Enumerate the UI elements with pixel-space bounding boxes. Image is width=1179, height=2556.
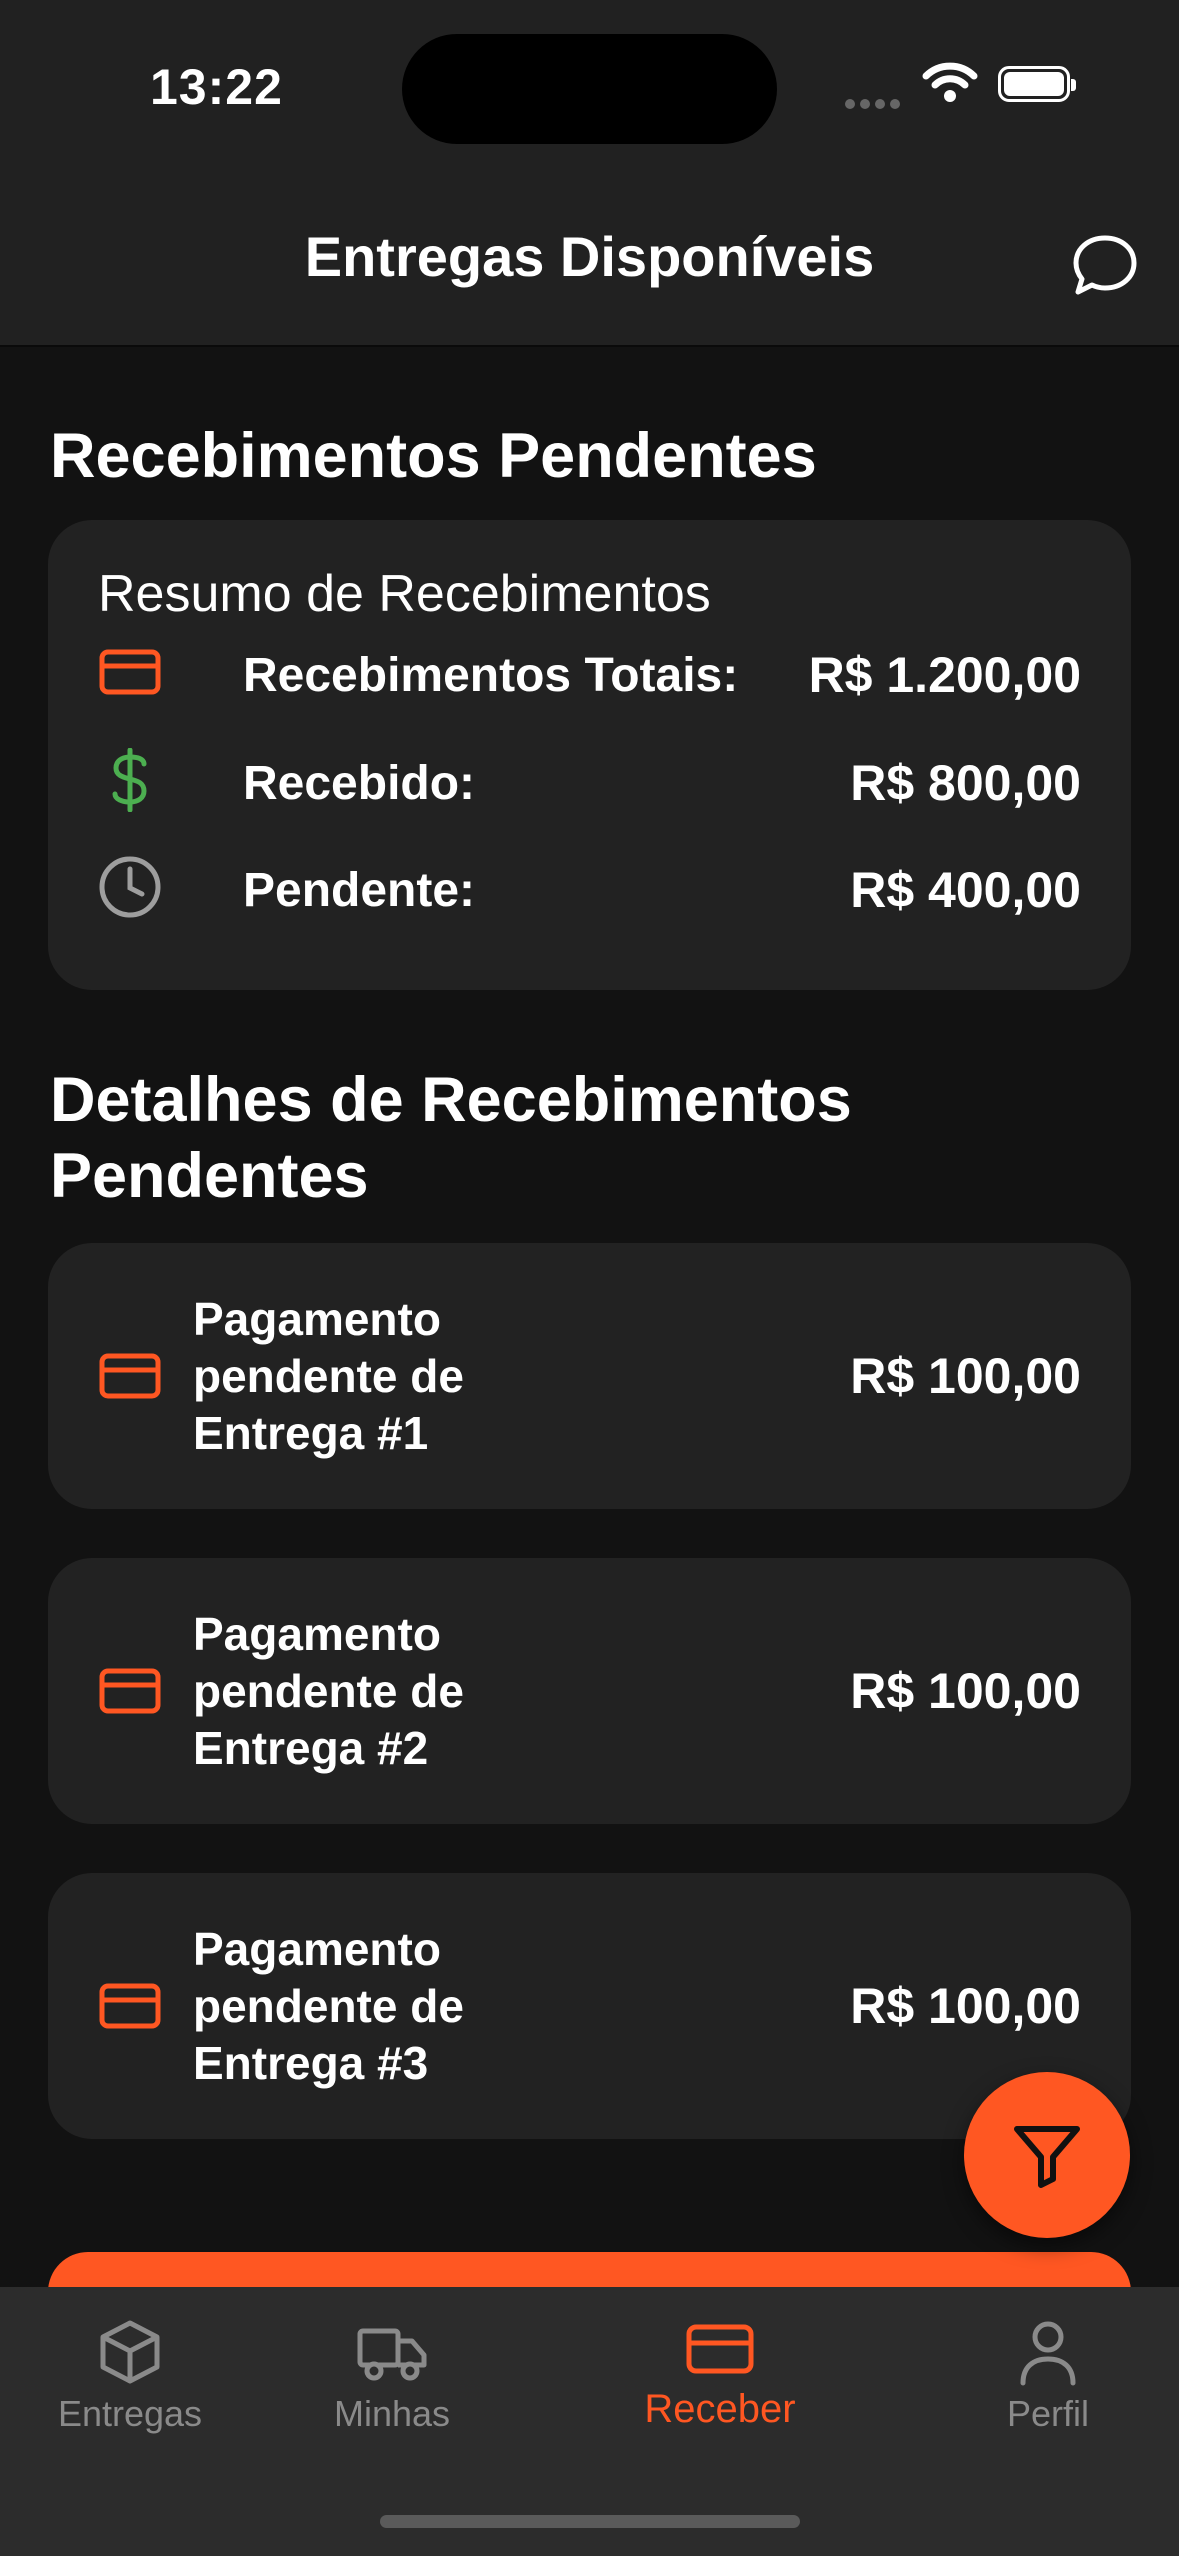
payment-amount: R$ 100,00 [850,1663,1081,1719]
status-time: 13:22 [150,59,283,115]
pending-payment-item[interactable]: Pagamento pendente de Entrega #1 R$ 100,… [48,1243,1131,1509]
wifi-icon [922,62,978,102]
status-bar: 13:22 [0,0,1179,180]
credit-card-icon [99,649,161,695]
summary-label: Pendente: [243,864,476,917]
app-header: Entregas Disponíveis [0,180,1179,347]
chat-bubble-icon[interactable] [1070,230,1140,300]
dollar-sign-icon [112,748,147,812]
dynamic-island [402,34,777,144]
user-icon [1020,2321,1076,2386]
payment-amount: R$ 100,00 [850,1978,1081,2034]
credit-card-icon [99,1668,161,1714]
tab-perfil[interactable]: Perfil [928,2317,1168,2435]
credit-card-icon [686,2324,754,2374]
payment-description: Pagamento pendente de Entrega #2 [193,1608,464,1774]
tab-entregas[interactable]: Entregas [10,2317,250,2435]
summary-card-title: Resumo de Recebimentos [98,565,711,623]
filter-fab-button[interactable] [964,2072,1130,2238]
filter-icon [1014,2126,1080,2188]
pending-payment-item[interactable]: Pagamento pendente de Entrega #3 R$ 100,… [48,1873,1131,2139]
cellular-signal-icon [845,96,905,114]
summary-card: Resumo de Recebimentos Recebimentos Tota… [48,520,1131,990]
section-title-pending: Recebimentos Pendentes [50,421,817,491]
truck-icon [357,2328,427,2381]
payment-amount: R$ 100,00 [850,1348,1081,1404]
section-title-details: Detalhes de Recebimentos Pendentes [50,1065,852,1211]
payment-description: Pagamento pendente de Entrega #1 [193,1293,464,1459]
summary-label: Recebimentos Totais: [243,649,739,702]
credit-card-icon [99,1353,161,1399]
summary-row-pending: Pendente: R$ 400,00 [98,847,1081,927]
tab-label: Entregas [57,2393,203,2434]
tab-minhas[interactable]: Minhas [272,2317,512,2435]
summary-value: R$ 800,00 [850,755,1081,811]
tab-label: Minhas [333,2393,451,2434]
summary-label: Recebido: [243,757,476,810]
tab-receber[interactable]: Receber [600,2317,840,2432]
summary-row-received: Recebido: R$ 800,00 [98,740,1081,820]
summary-value: R$ 1.200,00 [808,647,1081,703]
home-indicator [380,2515,800,2528]
box-icon [100,2320,160,2384]
summary-row-total: Recebimentos Totais: R$ 1.200,00 [98,632,1081,712]
credit-card-icon [99,1983,161,2029]
page-title: Entregas Disponíveis [304,225,875,288]
payment-description: Pagamento pendente de Entrega #3 [193,1923,464,2089]
clock-icon [99,856,161,918]
pending-payment-item[interactable]: Pagamento pendente de Entrega #2 R$ 100,… [48,1558,1131,1824]
summary-value: R$ 400,00 [850,862,1081,918]
tab-label: Receber [644,2387,796,2431]
battery-icon [998,66,1076,102]
tab-label: Perfil [1006,2393,1090,2434]
